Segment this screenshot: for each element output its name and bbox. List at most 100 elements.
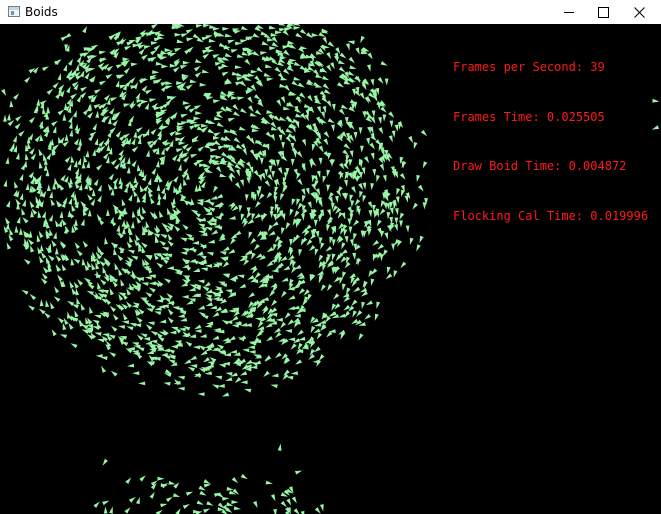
boid xyxy=(112,119,119,127)
boid xyxy=(197,223,206,228)
boid xyxy=(199,255,207,260)
boid xyxy=(197,279,205,284)
boid xyxy=(198,230,206,234)
boid xyxy=(291,125,296,133)
boid xyxy=(183,178,187,186)
boid xyxy=(215,375,223,380)
boid xyxy=(291,198,296,206)
boid xyxy=(46,88,54,95)
boid xyxy=(177,313,185,318)
boid xyxy=(260,51,268,56)
boid xyxy=(370,132,375,141)
boid xyxy=(221,71,229,77)
boid xyxy=(203,163,211,168)
boid xyxy=(244,194,249,202)
boid xyxy=(136,216,142,224)
boid xyxy=(229,349,238,354)
boid xyxy=(347,70,355,76)
boid xyxy=(201,69,210,74)
boid xyxy=(237,96,245,101)
maximize-button[interactable] xyxy=(585,0,621,24)
boid xyxy=(238,283,247,289)
close-button[interactable] xyxy=(621,0,657,24)
boid xyxy=(285,222,291,230)
boid xyxy=(248,105,254,113)
boid xyxy=(174,32,182,37)
boid xyxy=(73,281,80,289)
boid xyxy=(342,149,349,156)
boid xyxy=(201,123,209,128)
boid xyxy=(341,242,346,250)
boid xyxy=(5,156,10,165)
boid xyxy=(6,242,12,250)
boid xyxy=(370,278,375,286)
boid xyxy=(266,191,273,199)
boid xyxy=(194,329,202,334)
boid xyxy=(220,90,228,96)
boid xyxy=(295,359,303,365)
boid xyxy=(280,193,285,201)
boid xyxy=(73,258,81,264)
boid xyxy=(322,83,330,90)
boid xyxy=(244,58,251,66)
boid xyxy=(378,127,384,135)
boid xyxy=(145,220,150,229)
boid xyxy=(117,325,126,330)
boid xyxy=(192,268,201,273)
boid xyxy=(212,136,221,140)
boid xyxy=(315,230,320,239)
boid xyxy=(154,306,162,311)
boid xyxy=(153,44,161,51)
boid xyxy=(182,60,190,65)
boid xyxy=(39,244,44,252)
boid xyxy=(293,61,302,67)
boid xyxy=(76,95,82,103)
boid xyxy=(228,215,236,220)
boid xyxy=(318,157,323,165)
boid xyxy=(268,56,277,61)
boid xyxy=(163,297,171,303)
boid xyxy=(313,219,318,227)
boid xyxy=(71,204,76,212)
boid xyxy=(264,180,271,187)
boid xyxy=(114,262,119,271)
boid xyxy=(266,77,274,82)
boid xyxy=(215,166,222,173)
boid xyxy=(42,66,50,72)
boid xyxy=(9,228,14,236)
boid xyxy=(321,28,329,33)
boid xyxy=(271,373,279,378)
boid xyxy=(197,183,202,192)
boid xyxy=(149,196,155,205)
boid xyxy=(156,262,164,269)
boid xyxy=(99,80,107,86)
boid xyxy=(298,249,303,257)
boid xyxy=(195,217,203,223)
title-bar[interactable]: Boids xyxy=(0,0,661,24)
close-icon xyxy=(634,7,645,18)
boid xyxy=(86,260,92,269)
boid xyxy=(168,480,176,485)
boid xyxy=(174,47,182,53)
boid xyxy=(277,443,282,451)
minimize-button[interactable] xyxy=(550,0,586,24)
boid xyxy=(154,174,158,182)
boid xyxy=(231,477,239,484)
boid xyxy=(377,102,381,110)
boid xyxy=(14,225,19,233)
boid xyxy=(42,153,47,162)
boid xyxy=(146,308,154,313)
boid xyxy=(376,219,382,227)
boid xyxy=(271,42,279,48)
boid xyxy=(355,47,360,55)
boid xyxy=(64,156,71,163)
boid xyxy=(68,121,73,130)
boid xyxy=(82,26,88,34)
boid xyxy=(344,261,351,269)
boid xyxy=(230,275,239,280)
boid xyxy=(405,225,410,233)
boid xyxy=(338,66,346,73)
draw-boid-time-text: Draw Boid Time: 0.004872 xyxy=(453,159,627,173)
boid xyxy=(314,322,322,327)
boid xyxy=(110,370,118,377)
